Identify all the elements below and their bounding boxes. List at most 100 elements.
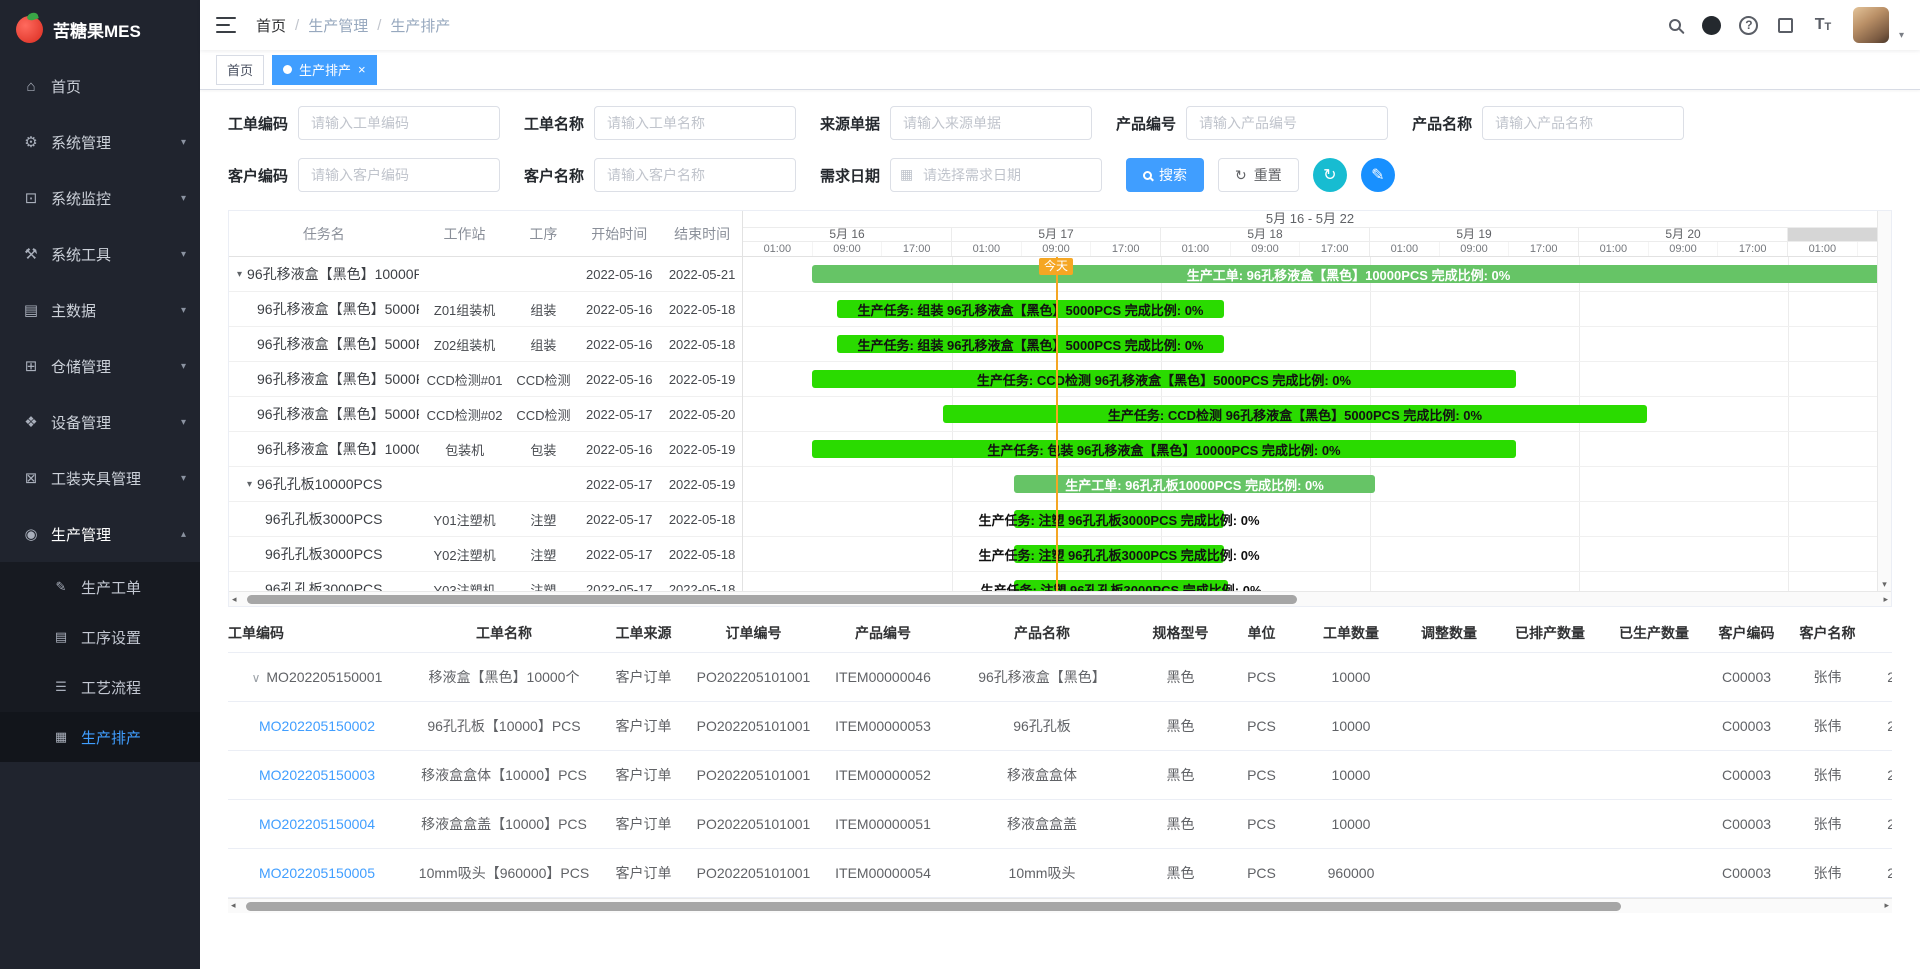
order-code-link[interactable]: MO202205150004	[259, 816, 375, 832]
gantt-row-task[interactable]: 96孔移液盒【黑色】5000PCS Z01组装机 组装 2022-05-16 2…	[229, 292, 742, 327]
field-label: 需求日期	[820, 165, 880, 186]
tab-production-scheduling[interactable]: 生产排产 ×	[272, 55, 377, 85]
scroll-right-icon[interactable]: ▸	[1883, 595, 1888, 604]
gantt-bar-task[interactable]: 生产任务: CCD检测 96孔移液盒【黑色】5000PCS 完成比例: 0%	[943, 405, 1647, 423]
font-size-icon[interactable]: TT	[1808, 10, 1838, 40]
order-row[interactable]: MO202205150002 96孔孔板【10000】PCS 客户订单 PO20…	[228, 701, 1892, 750]
sidebar-item-fixtures[interactable]: ⊠ 工装夹具管理 ▾	[0, 450, 200, 506]
scroll-down-icon[interactable]: ▾	[1878, 579, 1891, 590]
gantt-row-task[interactable]: 96孔移液盒【黑色】5000PCS CCD检测#02 CCD检测 2022-05…	[229, 397, 742, 432]
breadcrumb-production-mgmt[interactable]: 生产管理	[308, 15, 368, 36]
product-code-input[interactable]	[1186, 106, 1388, 140]
order-code-link[interactable]: MO202205150005	[259, 865, 375, 881]
col-header: 单位	[1221, 615, 1302, 652]
avatar-dropdown-caret-icon[interactable]: ▾	[1899, 30, 1904, 43]
gantt-row-task[interactable]: 96孔移液盒【黑色】10000PCS 包装机 包装 2022-05-16 202…	[229, 432, 742, 467]
filter-form: 工单编码 工单名称 来源单据 产品编号	[228, 106, 1892, 192]
gantt-row-task[interactable]: 96孔孔板3000PCS Y03注塑机 注塑 2022-05-17 2022-0…	[229, 572, 742, 591]
avatar[interactable]	[1853, 7, 1889, 43]
active-dot-icon	[283, 65, 292, 74]
gantt-bar-task[interactable]: 生产任务: CCD检测 96孔移液盒【黑色】5000PCS 完成比例: 0%	[812, 370, 1516, 388]
source-doc-input[interactable]	[890, 106, 1092, 140]
order-code-link[interactable]: MO202205150003	[259, 767, 375, 783]
sidebar-item-label: 系统监控	[51, 188, 111, 209]
sidebar-item-production-scheduling[interactable]: ▦ 生产排产	[0, 712, 200, 762]
scroll-right-icon[interactable]: ▸	[1884, 901, 1889, 910]
product-name-input[interactable]	[1482, 106, 1684, 140]
customer-code-input[interactable]	[298, 158, 500, 192]
gantt-bar-workorder[interactable]: 生产工单: 96孔移液盒【黑色】10000PCS 完成比例: 0%	[812, 265, 1877, 283]
github-icon[interactable]	[1697, 10, 1727, 40]
scrollbar-thumb[interactable]	[247, 595, 1297, 604]
sidebar-item-system-mgmt[interactable]: ⚙ 系统管理 ▾	[0, 114, 200, 170]
sidebar-item-work-orders[interactable]: ✎ 生产工单	[0, 562, 200, 612]
filter-buttons: 搜索 ↻ 重置 ↻ ✎	[1126, 158, 1395, 192]
gantt-vertical-scrollbar[interactable]: ▾	[1877, 211, 1891, 591]
sidebar-item-home[interactable]: ⌂ 首页	[0, 58, 200, 114]
sidebar-item-label: 系统管理	[51, 132, 111, 153]
sidebar-item-label: 生产工单	[81, 577, 141, 598]
gantt-row-workorder[interactable]: ▾96孔移液盒【黑色】10000PCS 2022-05-16 2022-05-2…	[229, 257, 742, 292]
col-header: 工单数量	[1302, 615, 1400, 652]
home-icon: ⌂	[22, 78, 40, 95]
search-icon[interactable]	[1660, 10, 1690, 40]
order-row[interactable]: MO202205150004 移液盒盒盖【10000】PCS 客户订单 PO20…	[228, 799, 1892, 848]
order-row[interactable]: MO202205150003 移液盒盒体【10000】PCS 客户订单 PO20…	[228, 750, 1892, 799]
gantt-bar-workorder[interactable]: 生产工单: 96孔孔板10000PCS 完成比例: 0%	[1014, 475, 1375, 493]
sidebar-item-system-monitor[interactable]: ⊡ 系统监控 ▾	[0, 170, 200, 226]
order-row[interactable]: MO202205150005 10mm吸头【960000】PCS 客户订单 PO…	[228, 848, 1892, 897]
gantt-row-task[interactable]: 96孔移液盒【黑色】5000PCS Z02组装机 组装 2022-05-16 2…	[229, 327, 742, 362]
sidebar-item-process-settings[interactable]: ▤ 工序设置	[0, 612, 200, 662]
scroll-left-icon[interactable]: ◂	[231, 901, 236, 910]
sidebar-item-warehouse[interactable]: ⊞ 仓储管理 ▾	[0, 338, 200, 394]
demand-date-input[interactable]	[890, 158, 1102, 192]
customer-name-input[interactable]	[594, 158, 796, 192]
gantt-bar-task[interactable]: 生产任务: 注塑 96孔孔板3000PCS 完成比例: 0%	[1014, 510, 1224, 528]
search-button[interactable]: 搜索	[1126, 158, 1204, 192]
expand-caret-icon[interactable]: ▾	[247, 479, 252, 490]
help-icon[interactable]: ?	[1734, 10, 1764, 40]
col-header: 已生产数量	[1602, 615, 1706, 652]
scroll-left-icon[interactable]: ◂	[232, 595, 237, 604]
order-code[interactable]: MO202205150001	[266, 669, 382, 685]
sidebar-item-label: 首页	[51, 76, 81, 97]
main-area: 首页 / 生产管理 / 生产排产 ? TT ▾ 首页	[200, 0, 1920, 969]
close-icon[interactable]: ×	[358, 63, 366, 76]
monitor-icon: ⊡	[22, 189, 40, 207]
hamburger-icon[interactable]	[216, 17, 236, 33]
expand-row-caret-icon[interactable]: ∨	[252, 671, 261, 685]
work-order-name-input[interactable]	[594, 106, 796, 140]
reset-button[interactable]: ↻ 重置	[1218, 158, 1299, 192]
fullscreen-icon[interactable]	[1771, 10, 1801, 40]
gantt-bar-task[interactable]: 生产任务: 组装 96孔移液盒【黑色】5000PCS 完成比例: 0%	[837, 300, 1224, 318]
field-customer-code: 客户编码	[228, 158, 500, 192]
sidebar-item-system-tools[interactable]: ⚒ 系统工具 ▾	[0, 226, 200, 282]
sidebar-item-equipment[interactable]: ❖ 设备管理 ▾	[0, 394, 200, 450]
col-end-time: 结束时间	[662, 224, 742, 244]
edit-button[interactable]: ✎	[1361, 158, 1395, 192]
gantt-bar-task[interactable]: 生产任务: 注塑 96孔孔板3000PCS 完成比例: 0%	[1014, 580, 1228, 591]
gantt-row-task[interactable]: 96孔移液盒【黑色】5000PCS CCD检测#01 CCD检测 2022-05…	[229, 362, 742, 397]
gantt-bar-task[interactable]: 生产任务: 注塑 96孔孔板3000PCS 完成比例: 0%	[1014, 545, 1224, 563]
gantt-row-task[interactable]: 96孔孔板3000PCS Y01注塑机 注塑 2022-05-17 2022-0…	[229, 502, 742, 537]
gantt-row-workorder[interactable]: ▾96孔孔板10000PCS 2022-05-17 2022-05-19	[229, 467, 742, 502]
breadcrumb-home[interactable]: 首页	[256, 15, 286, 36]
sidebar-item-production-mgmt[interactable]: ◉ 生产管理 ▴	[0, 506, 200, 562]
work-order-code-input[interactable]	[298, 106, 500, 140]
orders-horizontal-scrollbar[interactable]: ◂ ▸	[228, 898, 1892, 913]
gear-icon: ⚙	[22, 133, 40, 151]
sidebar-item-master-data[interactable]: ▤ 主数据 ▾	[0, 282, 200, 338]
gantt-horizontal-scrollbar[interactable]: ◂ ▸	[229, 591, 1891, 606]
filter-row-1: 工单编码 工单名称 来源单据 产品编号	[228, 106, 1892, 140]
logo[interactable]: 苦糖果MES	[0, 0, 200, 58]
refresh-gantt-button[interactable]: ↻	[1313, 158, 1347, 192]
gantt-bar-task[interactable]: 生产任务: 组装 96孔移液盒【黑色】5000PCS 完成比例: 0%	[837, 335, 1224, 353]
gantt-bar-task[interactable]: 生产任务: 包装 96孔移液盒【黑色】10000PCS 完成比例: 0%	[812, 440, 1516, 458]
order-row[interactable]: ∨MO202205150001 移液盒【黑色】10000个 客户订单 PO202…	[228, 652, 1892, 701]
order-code-link[interactable]: MO202205150002	[259, 718, 375, 734]
gantt-row-task[interactable]: 96孔孔板3000PCS Y02注塑机 注塑 2022-05-17 2022-0…	[229, 537, 742, 572]
expand-caret-icon[interactable]: ▾	[237, 269, 242, 280]
scrollbar-thumb[interactable]	[246, 902, 1621, 911]
tab-home[interactable]: 首页	[216, 55, 264, 85]
sidebar-item-process-flow[interactable]: ☰ 工艺流程	[0, 662, 200, 712]
